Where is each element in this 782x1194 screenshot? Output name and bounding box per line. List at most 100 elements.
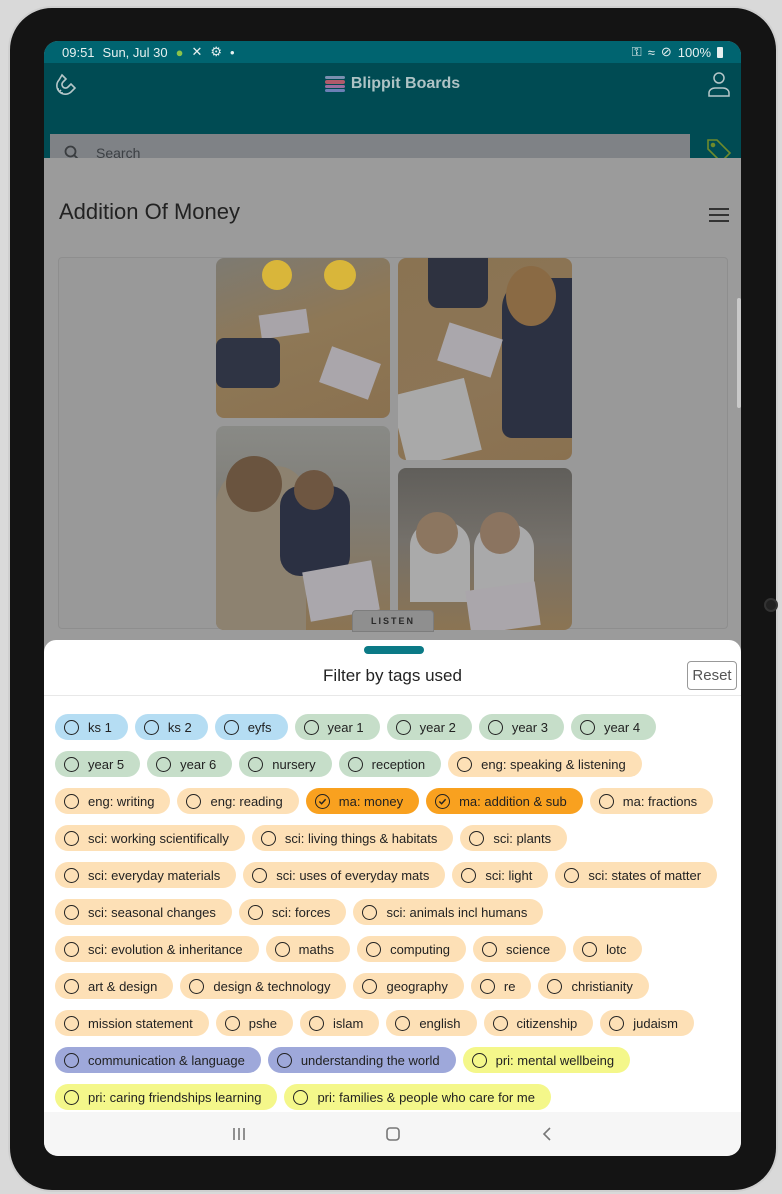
tag-chip[interactable]: christianity [538, 973, 649, 999]
tag-chip-label: lotc [606, 941, 627, 957]
tag-chip-label: computing [390, 941, 451, 957]
tag-chip[interactable]: lotc [573, 936, 643, 962]
scrollbar[interactable] [737, 298, 741, 408]
tag-chip[interactable]: sci: living things & habitats [251, 825, 454, 851]
tag-chip[interactable]: maths [265, 936, 351, 962]
tag-chip[interactable]: year 5 [55, 751, 141, 777]
radio-circle-icon [248, 756, 264, 772]
android-icon: ● [175, 44, 184, 60]
tag-chip[interactable]: islam [299, 1010, 380, 1036]
tag-chip[interactable]: geography [353, 973, 464, 999]
tag-chip[interactable]: sci: working scientifically [55, 825, 245, 851]
photo-1 [216, 258, 390, 418]
tag-chip[interactable]: english [386, 1010, 477, 1036]
listen-button[interactable]: LISTEN [352, 610, 434, 632]
tag-chip[interactable]: citizenship [483, 1010, 594, 1036]
tag-chip[interactable]: judaism [600, 1010, 695, 1036]
radio-circle-icon [276, 1052, 292, 1068]
tag-chip[interactable]: pri: caring friendships learning [55, 1084, 278, 1110]
tag-chip[interactable]: sci: animals incl humans [353, 899, 544, 925]
home-icon[interactable] [381, 1122, 405, 1146]
tag-chip-label: year 4 [603, 719, 641, 735]
tag-chip-label: sci: living things & habitats [284, 830, 438, 846]
tag-chip-label: ks 2 [167, 719, 192, 735]
tag-chip-label: sci: uses of everyday mats [276, 867, 430, 883]
radio-circle-icon [308, 1015, 324, 1031]
magnet-icon[interactable] [56, 71, 80, 95]
tag-chip-label: eng: speaking & listening [481, 756, 626, 772]
radio-circle-icon [223, 719, 239, 735]
tag-chip[interactable]: communication & language [55, 1047, 261, 1073]
radio-circle-icon [362, 978, 378, 994]
tag-chip[interactable]: year 6 [147, 751, 233, 777]
tag-chip[interactable]: eng: reading [177, 788, 299, 814]
tag-chip[interactable]: year 1 [294, 714, 380, 740]
do-not-disturb-icon: ⊘ [660, 44, 672, 59]
radio-circle-icon [252, 867, 268, 883]
tag-chip[interactable]: ks 1 [55, 714, 128, 740]
tag-chip-label: sci: forces [271, 904, 331, 920]
board-image-card[interactable] [58, 257, 728, 630]
hamburger-menu-icon[interactable] [709, 208, 729, 222]
tag-chip[interactable]: pri: families & people who care for me [284, 1084, 551, 1110]
tag-chip[interactable]: year 4 [570, 714, 657, 740]
reset-button[interactable]: Reset [687, 661, 737, 690]
photo-2 [398, 258, 572, 460]
radio-circle-icon [564, 867, 580, 883]
tag-chip[interactable]: eyfs [214, 714, 288, 740]
radio-circle-icon [64, 978, 79, 994]
tag-chip[interactable]: eng: writing [55, 788, 171, 814]
tag-chip[interactable]: eng: speaking & listening [448, 751, 642, 777]
wifi-icon: ≈ [647, 44, 655, 60]
tag-chip[interactable]: computing [357, 936, 467, 962]
tag-chip[interactable]: ma: fractions [589, 788, 714, 814]
sheet-drag-handle[interactable] [364, 646, 424, 654]
tag-chip[interactable]: art & design [55, 973, 174, 999]
tag-chip[interactable]: sci: light [452, 862, 549, 888]
radio-circle-icon [189, 978, 205, 994]
tag-chip[interactable]: pri: mental wellbeing [462, 1047, 631, 1073]
battery-icon [717, 46, 723, 58]
blippit-logo-icon [324, 76, 345, 92]
tag-chip[interactable]: reception [338, 751, 442, 777]
tag-chip-label: year 2 [419, 719, 456, 735]
radio-circle-icon [582, 941, 598, 957]
tag-chip[interactable]: pshe [215, 1010, 293, 1036]
tag-chip-label: ks 1 [88, 719, 112, 735]
photo-4 [398, 468, 572, 630]
radio-circle-icon [347, 756, 363, 772]
radio-circle-icon [64, 719, 79, 735]
radio-circle-icon [64, 1089, 79, 1105]
tag-chip[interactable]: sci: evolution & inheritance [55, 936, 259, 962]
tag-chip-label: ma: addition & sub [459, 793, 567, 809]
tag-chip-label: sci: evolution & inheritance [88, 941, 243, 957]
tag-chip[interactable]: science [473, 936, 567, 962]
tag-chip[interactable]: sci: states of matter [555, 862, 718, 888]
tag-chip[interactable]: sci: everyday materials [55, 862, 237, 888]
tag-chip[interactable]: mission statement [55, 1010, 209, 1036]
user-profile-icon[interactable] [707, 71, 731, 97]
tag-chip[interactable]: sci: seasonal changes [55, 899, 232, 925]
tag-chip[interactable]: understanding the world [267, 1047, 456, 1073]
recents-icon[interactable] [227, 1122, 251, 1146]
radio-circle-icon [579, 719, 595, 735]
tag-chip[interactable]: ma: addition & sub [426, 788, 583, 814]
tag-chip[interactable]: year 3 [478, 714, 564, 740]
app-title: Blippit Boards [350, 75, 461, 92]
tag-chip[interactable]: sci: uses of everyday mats [243, 862, 446, 888]
battery-level: 100% [677, 44, 711, 60]
tag-chip[interactable]: sci: forces [238, 899, 347, 925]
tag-chip[interactable]: ks 2 [134, 714, 208, 740]
tag-chip[interactable]: year 2 [386, 714, 472, 740]
tag-chip[interactable]: ma: money [305, 788, 420, 814]
tag-chip[interactable]: re [470, 973, 532, 999]
tag-chip[interactable]: design & technology [180, 973, 347, 999]
radio-circle-icon [143, 719, 159, 735]
radio-circle-icon [487, 719, 503, 735]
app-bar: Blippit Boards [44, 63, 741, 171]
tag-chip[interactable]: nursery [239, 751, 332, 777]
back-icon[interactable] [535, 1122, 559, 1146]
tag-chip-label: citizenship [516, 1015, 578, 1031]
tag-chip[interactable]: sci: plants [460, 825, 568, 851]
tag-chip-label: sci: plants [493, 830, 552, 846]
